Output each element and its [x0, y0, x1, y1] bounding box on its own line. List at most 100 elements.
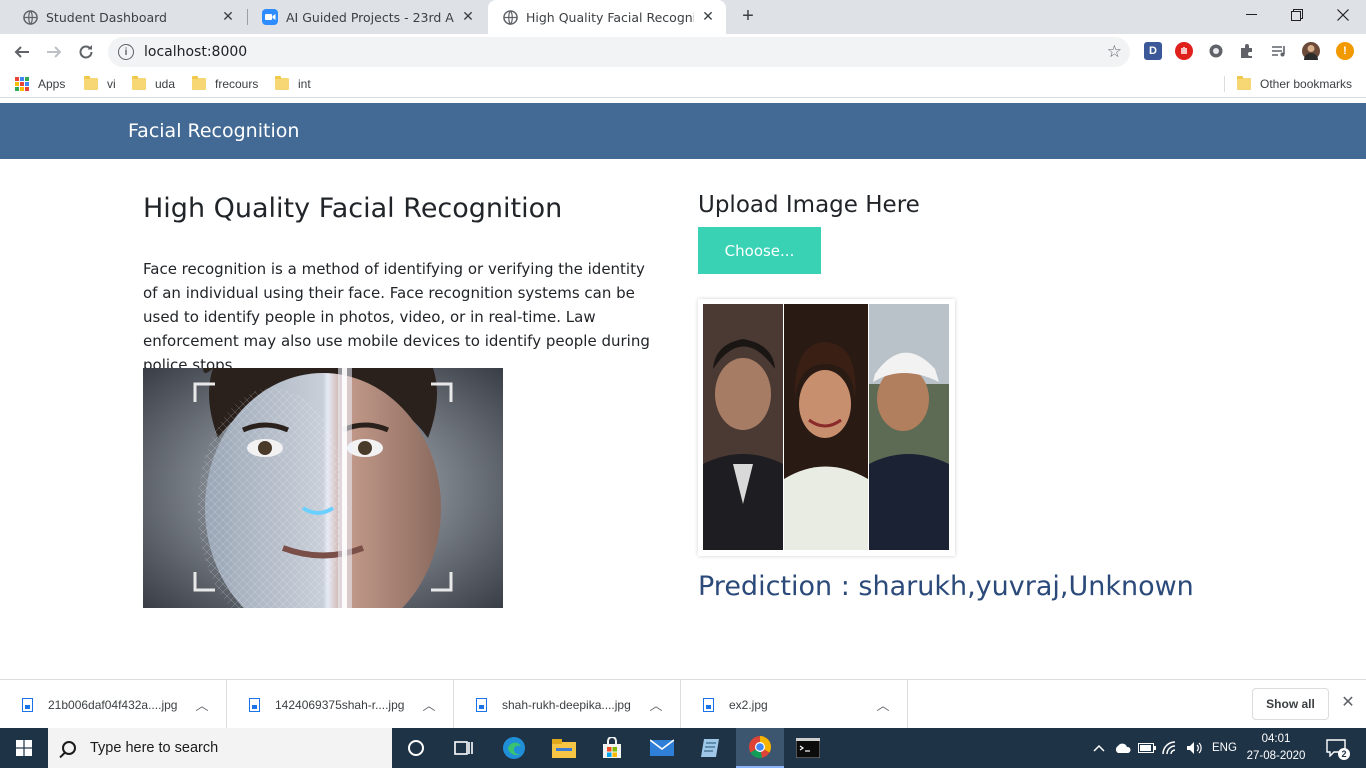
media-queue-icon[interactable] — [1270, 42, 1288, 60]
tab-close-icon[interactable]: ✕ — [700, 9, 716, 25]
tab-ai-guided-projects[interactable]: AI Guided Projects - 23rd August ✕ — [248, 0, 486, 34]
chevron-up-icon[interactable]: ︿ — [419, 695, 439, 714]
back-arrow-icon[interactable] — [8, 38, 36, 66]
reload-icon[interactable] — [72, 38, 100, 66]
chevron-up-icon[interactable]: ︿ — [646, 695, 666, 714]
puzzle-extensions-icon[interactable] — [1238, 42, 1256, 60]
tab-student-dashboard[interactable]: Student Dashboard ✕ — [8, 0, 246, 34]
download-item[interactable]: 21b006daf04f432a....jpg ︿ — [0, 680, 227, 729]
adblock-icon[interactable] — [1175, 42, 1193, 60]
download-filename: ex2.jpg — [729, 697, 768, 712]
microsoft-store-icon[interactable] — [588, 728, 636, 768]
url-text: localhost:8000 — [144, 44, 248, 60]
bookmarks-divider — [1224, 76, 1225, 92]
face-scan-image — [143, 368, 503, 608]
page-title: High Quality Facial Recognition — [143, 193, 563, 224]
close-window-icon[interactable] — [1320, 0, 1366, 30]
tab-title: Student Dashboard — [46, 9, 167, 25]
bookmark-label: Other bookmarks — [1260, 77, 1353, 91]
site-navbar: Facial Recognition — [0, 103, 1366, 159]
folder-icon — [84, 76, 98, 90]
bookmark-uda[interactable]: uda — [132, 76, 175, 92]
bookmark-frecours[interactable]: frecours — [192, 76, 258, 92]
tab-close-icon[interactable]: ✕ — [220, 9, 236, 25]
close-shelf-icon[interactable]: ✕ — [1338, 692, 1358, 716]
image-file-icon — [703, 697, 714, 712]
download-item[interactable]: ex2.jpg ︿ — [681, 680, 908, 729]
task-view-icon[interactable] — [440, 728, 488, 768]
download-filename: 1424069375shah-r....jpg — [275, 697, 405, 712]
address-bar[interactable]: i localhost:8000 ☆ — [108, 37, 1130, 67]
tab-strip: Student Dashboard ✕ AI Guided Projects -… — [0, 0, 1366, 34]
search-icon — [62, 741, 76, 755]
file-explorer-icon[interactable] — [540, 728, 588, 768]
navbar-brand[interactable]: Facial Recognition — [128, 120, 299, 142]
uploaded-collage-image — [703, 304, 949, 550]
cortana-icon[interactable] — [392, 728, 440, 768]
browser-toolbar: i localhost:8000 ☆ D ! — [0, 34, 1366, 70]
zoom-video-icon — [262, 9, 278, 25]
folder-icon — [132, 76, 146, 90]
tab-title: AI Guided Projects - 23rd August — [286, 9, 454, 25]
folder-icon — [275, 76, 289, 90]
tab-title: High Quality Facial Recognition — [526, 9, 694, 25]
mail-icon[interactable] — [638, 728, 686, 768]
chrome-taskbar-icon[interactable] — [736, 728, 784, 768]
chevron-up-icon[interactable]: ︿ — [192, 695, 212, 714]
uploaded-image-preview — [698, 299, 955, 556]
update-alert-icon[interactable]: ! — [1336, 42, 1354, 60]
windows-taskbar: Type here to search ENG 04:01 27-08-2020… — [0, 728, 1366, 768]
globe-icon — [22, 9, 38, 25]
image-file-icon — [22, 697, 33, 712]
choose-file-button[interactable]: Choose... — [698, 227, 821, 274]
battery-icon[interactable] — [1138, 728, 1158, 768]
bookmark-int[interactable]: int — [275, 76, 311, 92]
edge-browser-icon[interactable] — [490, 728, 538, 768]
taskbar-search-box[interactable]: Type here to search — [48, 728, 392, 768]
command-prompt-icon[interactable] — [784, 728, 832, 768]
tab-facial-recognition[interactable]: High Quality Facial Recognition ✕ — [488, 0, 726, 34]
notification-center-icon[interactable]: 2 — [1322, 728, 1350, 768]
upload-heading: Upload Image Here — [698, 192, 920, 218]
wifi-icon[interactable] — [1162, 728, 1182, 768]
apps-grid-icon — [15, 77, 29, 91]
clock-date: 27-08-2020 — [1246, 750, 1306, 762]
extension-d-icon[interactable]: D — [1144, 42, 1162, 60]
show-all-button[interactable]: Show all — [1252, 688, 1329, 720]
folder-icon — [192, 76, 206, 90]
onedrive-cloud-icon[interactable] — [1114, 728, 1134, 768]
bookmark-star-icon[interactable]: ☆ — [1107, 42, 1122, 62]
chevron-up-icon[interactable] — [1090, 728, 1108, 768]
bookmark-other[interactable]: Other bookmarks — [1237, 76, 1352, 92]
windows-start-icon[interactable] — [0, 728, 48, 768]
download-item[interactable]: 1424069375shah-r....jpg ︿ — [227, 680, 454, 729]
folder-icon — [1237, 76, 1251, 90]
web-page: Facial Recognition High Quality Facial R… — [0, 103, 1366, 679]
download-filename: 21b006daf04f432a....jpg — [48, 697, 178, 712]
bookmark-label: int — [298, 77, 311, 91]
new-tab-icon[interactable]: + — [736, 5, 760, 29]
volume-icon[interactable] — [1186, 728, 1206, 768]
restore-icon[interactable] — [1274, 0, 1320, 30]
globe-icon — [502, 9, 518, 25]
forward-arrow-icon[interactable] — [40, 38, 68, 66]
bookmark-label: Apps — [38, 77, 66, 91]
download-item[interactable]: shah-rukh-deepika....jpg ︿ — [454, 680, 681, 729]
system-clock[interactable]: 04:01 27-08-2020 — [1244, 731, 1308, 765]
tab-close-icon[interactable]: ✕ — [460, 9, 476, 25]
language-indicator[interactable]: ENG — [1212, 728, 1237, 768]
download-filename: shah-rukh-deepika....jpg — [502, 697, 631, 712]
bookmarks-bar: Apps vi uda frecours int Other bookmarks — [0, 70, 1366, 98]
bookmark-label: uda — [155, 77, 176, 91]
notes-app-icon[interactable] — [686, 728, 734, 768]
bookmark-apps[interactable]: Apps — [15, 76, 65, 92]
notification-count-badge: 2 — [1338, 748, 1350, 760]
minimize-icon[interactable] — [1228, 0, 1274, 30]
clock-time: 04:01 — [1261, 733, 1291, 745]
site-info-icon[interactable]: i — [118, 44, 134, 60]
prediction-result: Prediction : sharukh,yuvraj,Unknown — [698, 571, 1194, 602]
circle-extension-icon[interactable] — [1207, 42, 1225, 60]
chevron-up-icon[interactable]: ︿ — [873, 695, 893, 714]
bookmark-vi[interactable]: vi — [84, 76, 116, 92]
profile-avatar[interactable] — [1302, 42, 1320, 60]
